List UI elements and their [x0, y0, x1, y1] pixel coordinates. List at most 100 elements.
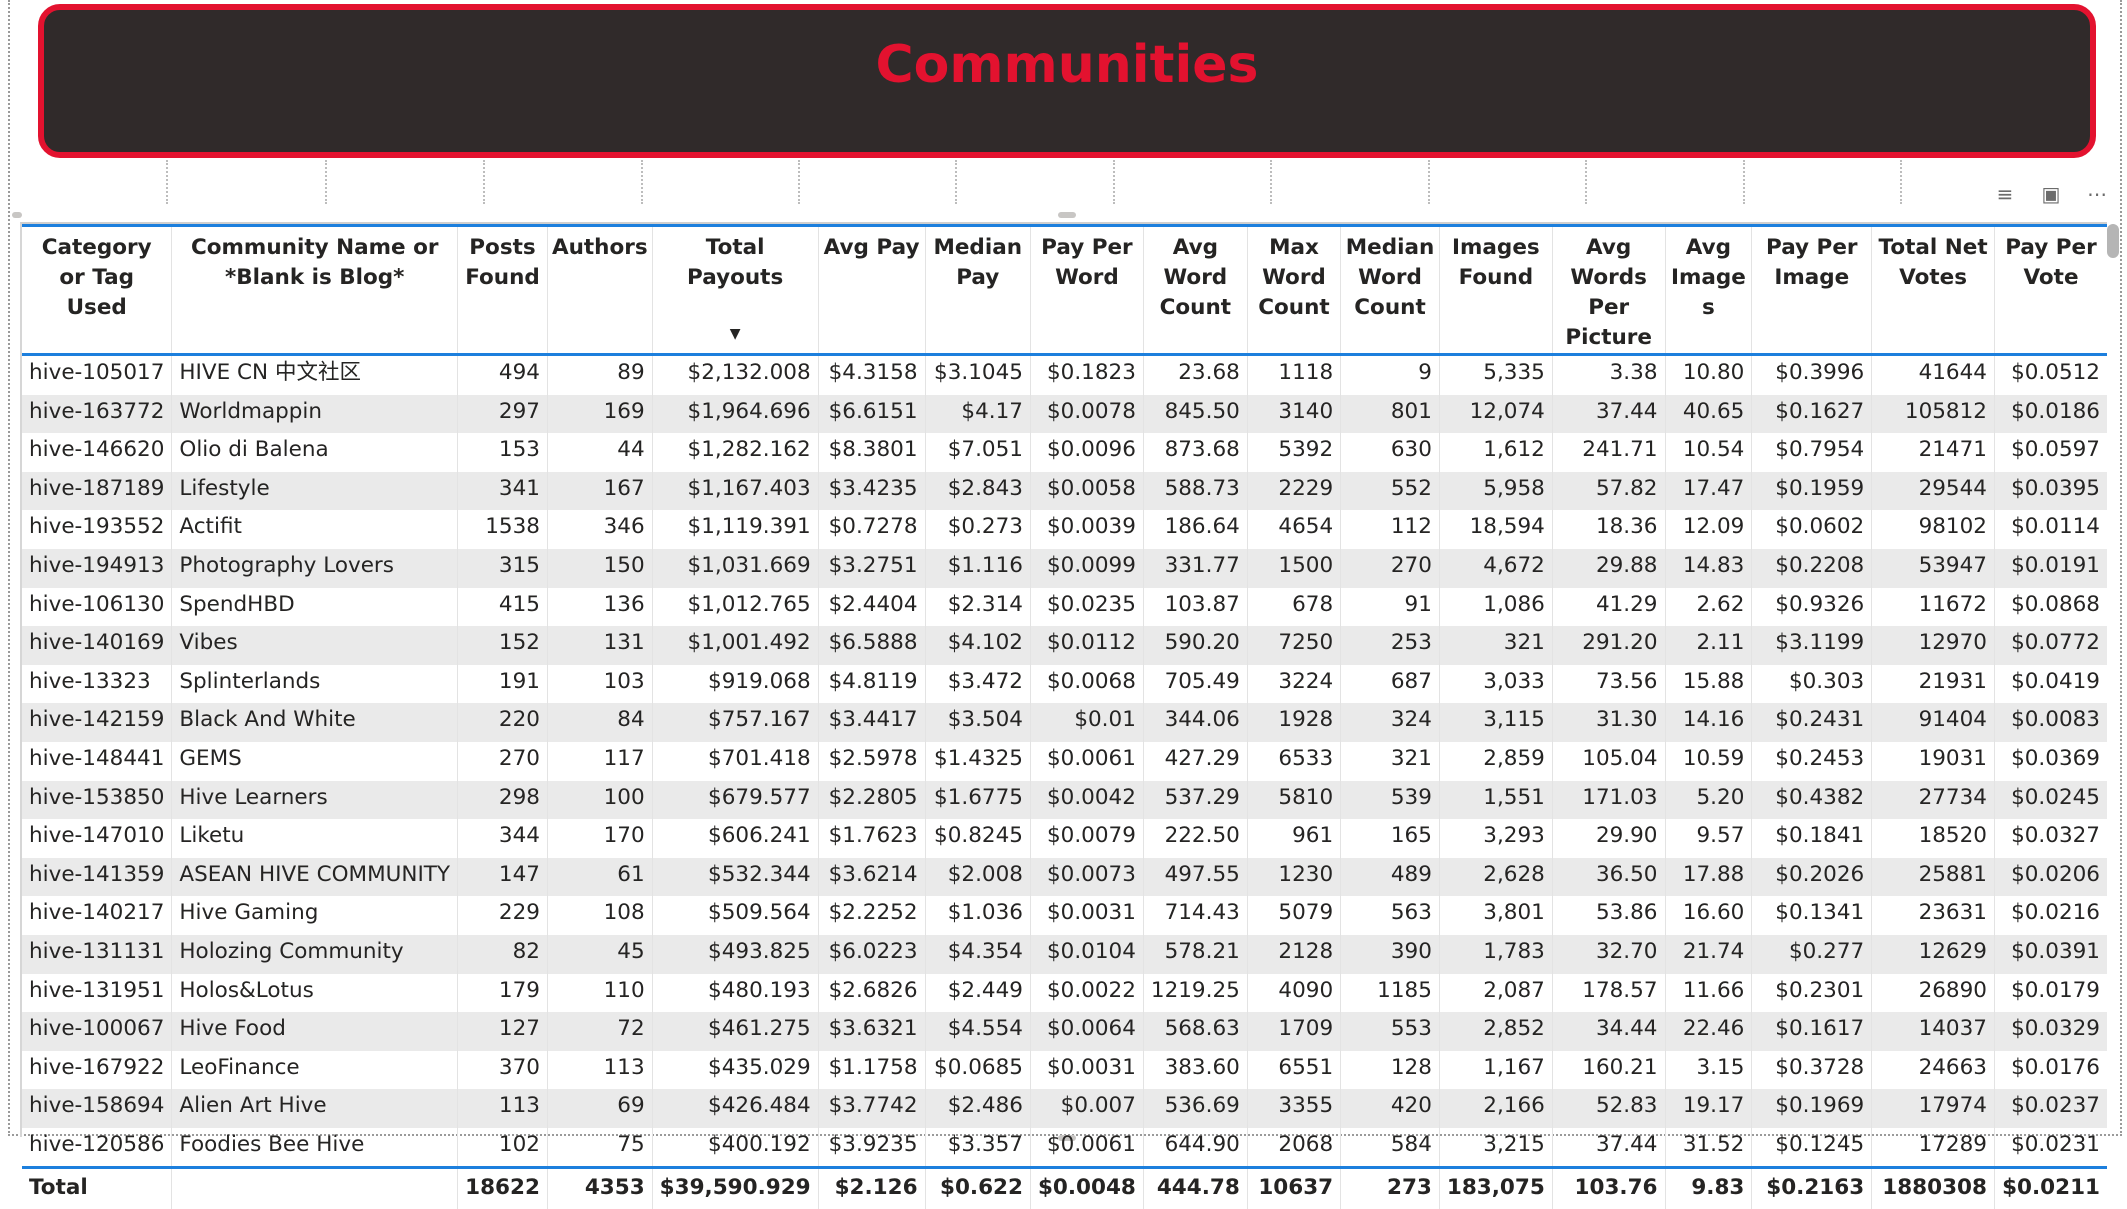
table-row[interactable]: hive-105017 HIVE CN 中文社区 494 89 $2,132.008 $4…: [22, 354, 2107, 395]
table-cell: 52.83: [1551, 1089, 1665, 1128]
column-header-label: Category or Tag Used: [41, 235, 152, 320]
table-cell: 131: [546, 626, 653, 665]
table-row[interactable]: hive-142159 Black And White 220 84 $757.167 $…: [22, 703, 2107, 742]
table-body: hive-105017 HIVE CN 中文社区 494 89 $2,132.008 $4…: [22, 354, 2107, 1168]
table-cell: $1.7623: [817, 819, 926, 858]
column-header[interactable]: Avg Words Per Picture: [1551, 224, 1665, 356]
guide-line: [1270, 160, 1272, 204]
table-cell: $3.357: [924, 1127, 1031, 1168]
table-row[interactable]: hive-163772 Worldmappin 297 169 $1,964.696 $6…: [22, 394, 2107, 434]
table-cell: 14.16: [1664, 703, 1752, 742]
table-cell: 21931: [1871, 664, 1995, 704]
table-cell: $3.9235: [817, 1127, 926, 1168]
table-cell: $1,031.669: [651, 548, 819, 588]
table-row[interactable]: hive-148441 GEMS 270 117 $701.418 $2.5978 $1.4…: [22, 741, 2107, 781]
table-cell: 1118: [1246, 354, 1341, 395]
column-header-label: Pay Per Word: [1041, 235, 1133, 290]
column-header[interactable]: Avg Pay: [817, 224, 926, 356]
focus-mode-icon[interactable]: ▣: [2039, 182, 2063, 206]
table-row[interactable]: hive-146620 Olio di Balena 153 44 $1,282.162…: [22, 433, 2107, 472]
table-row[interactable]: hive-141359 ASEAN HIVE COMMUNITY 147 61 $532…: [22, 857, 2107, 897]
table-cell: hive-142159: [29, 707, 165, 733]
table-cell: 17974: [1871, 1089, 1995, 1128]
table-cell: hive-106130: [29, 591, 165, 617]
table-cell: 15.88: [1664, 664, 1752, 704]
filter-icon[interactable]: ≡: [1993, 182, 2017, 206]
table-cell: 18,594: [1438, 510, 1553, 549]
table-row[interactable]: hive-147010 Liketu 344 170 $606.241 $1.7623 $0…: [22, 819, 2107, 858]
sort-descending-icon[interactable]: ▼: [730, 319, 741, 349]
column-header[interactable]: Total Payouts ▼: [651, 224, 819, 356]
table-row[interactable]: hive-187189 Lifestyle 341 167 $1,167.403 $3.4…: [22, 471, 2107, 511]
table-cell: 53947: [1871, 548, 1995, 588]
table-cell: hive-120586: [29, 1131, 165, 1157]
table-cell: $3.504: [924, 703, 1031, 742]
resize-handle-corner[interactable]: [12, 212, 22, 218]
table-row[interactable]: hive-13323 Splinterlands 191 103 $919.068 $4.…: [22, 664, 2107, 704]
table-cell: $0.0419: [1993, 664, 2107, 704]
column-header[interactable]: Community Name or *Blank is Blog*: [171, 224, 458, 356]
table-cell: 3,293: [1438, 819, 1553, 858]
table-cell: 169: [546, 394, 653, 434]
table-cell: $0.1627: [1751, 394, 1872, 434]
table-cell: 18.36: [1551, 510, 1665, 549]
table-row[interactable]: hive-120586 Foodies Bee Hive 102 75 $400.192…: [22, 1127, 2107, 1168]
table-cell: Hive Learners: [171, 780, 458, 820]
column-header[interactable]: Pay Per Word: [1029, 224, 1144, 356]
column-header-label: Pay Per Vote: [2005, 235, 2097, 290]
column-header-label: Authors: [551, 235, 648, 260]
table-cell: 10.80: [1664, 354, 1752, 395]
column-header[interactable]: Avg Image s: [1664, 224, 1752, 356]
scrollbar-thumb[interactable]: [2107, 224, 2119, 258]
column-header[interactable]: Authors: [546, 224, 653, 356]
table-cell: 37.44: [1551, 394, 1665, 434]
table-cell: GEMS: [171, 741, 458, 781]
table-cell: 4,672: [1438, 548, 1553, 588]
column-header[interactable]: Median Word Count: [1340, 224, 1440, 356]
column-header[interactable]: Pay Per Vote: [1993, 224, 2107, 356]
table-row[interactable]: hive-131131 Holozing Community 82 45 $493.82…: [22, 934, 2107, 974]
column-header[interactable]: Images Found: [1438, 224, 1553, 356]
table-cell: $0.0096: [1029, 433, 1144, 472]
table-cell: $0.8245: [924, 819, 1031, 858]
table-row[interactable]: hive-193552 Actifit 1538 346 $1,119.391 $0.72…: [22, 510, 2107, 549]
table-cell: $0.0079: [1029, 819, 1144, 858]
vertical-scrollbar[interactable]: [2103, 222, 2121, 1112]
table-cell: $0.277: [1751, 934, 1872, 974]
column-header[interactable]: Max Word Count: [1246, 224, 1341, 356]
table-row[interactable]: hive-100067 Hive Food 127 72 $461.275 $3.6321…: [22, 1012, 2107, 1051]
table-cell: 18520: [1871, 819, 1995, 858]
table-cell: 103.87: [1142, 587, 1248, 627]
table-row[interactable]: hive-194913 Photography Lovers 315 150 $1,03…: [22, 548, 2107, 588]
table-cell: $2,132.008: [651, 354, 819, 395]
resize-handle-top[interactable]: [1058, 212, 1076, 218]
table-cell: 2,852: [1438, 1012, 1553, 1051]
table-cell: 27734: [1871, 780, 1995, 820]
table-cell: 298: [457, 780, 548, 820]
table-cell: $0.0602: [1751, 510, 1872, 549]
table-row[interactable]: hive-140169 Vibes 152 131 $1,001.492 $6.5888 $…: [22, 626, 2107, 665]
more-options-icon[interactable]: ⋯: [2085, 182, 2109, 206]
table-cell: 7250: [1246, 626, 1341, 665]
table-row[interactable]: hive-106130 SpendHBD 415 136 $1,012.765 $2.44…: [22, 587, 2107, 627]
table-cell: Lifestyle: [171, 471, 458, 511]
table-row[interactable]: hive-167922 LeoFinance 370 113 $435.029 $1.17…: [22, 1050, 2107, 1090]
table-cell: hive-147010: [29, 823, 165, 849]
column-header[interactable]: Avg Word Count: [1142, 224, 1248, 356]
table-cell: $0.0104: [1029, 934, 1144, 974]
table-row[interactable]: hive-131951 Holos&Lotus 179 110 $480.193 $2.6…: [22, 973, 2107, 1013]
table-row[interactable]: hive-158694 Alien Art Hive 113 69 $426.484 $3…: [22, 1089, 2107, 1128]
table-cell: $3.2751: [817, 548, 926, 588]
column-header[interactable]: Posts Found: [457, 224, 548, 356]
table-cell: $0.0231: [1993, 1127, 2107, 1168]
table-cell: 2128: [1246, 934, 1341, 974]
column-header[interactable]: Total Net Votes: [1871, 224, 1995, 356]
column-header[interactable]: Median Pay: [924, 224, 1031, 356]
table-cell: ASEAN HIVE COMMUNITY: [171, 857, 458, 897]
table-row[interactable]: hive-140217 Hive Gaming 229 108 $509.564 $2.2…: [22, 896, 2107, 935]
table-cell: 186.64: [1142, 510, 1248, 549]
table-cell: Holozing Community: [171, 934, 458, 974]
table-row[interactable]: hive-153850 Hive Learners 298 100 $679.577 $2…: [22, 780, 2107, 820]
column-header[interactable]: Pay Per Image: [1751, 224, 1872, 356]
column-header[interactable]: Category or Tag Used: [22, 224, 172, 356]
